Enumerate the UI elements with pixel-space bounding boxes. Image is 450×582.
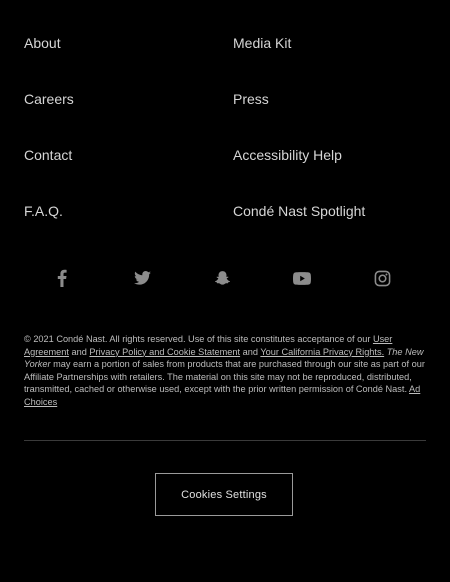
snapchat-icon[interactable] — [210, 266, 234, 290]
twitter-icon[interactable] — [130, 266, 154, 290]
footer-link-faq[interactable]: F.A.Q. — [24, 196, 63, 226]
footer-link-media-kit[interactable]: Media Kit — [233, 28, 291, 58]
legal-notice: © 2021 Condé Nast. All rights reserved. … — [24, 333, 426, 409]
privacy-policy-link[interactable]: Privacy Policy and Cookie Statement — [89, 347, 240, 357]
legal-and-text: and — [71, 346, 87, 357]
footer-link-careers[interactable]: Careers — [24, 84, 74, 114]
facebook-icon[interactable] — [50, 266, 74, 290]
footer-link-conde-nast-spotlight[interactable]: Condé Nast Spotlight — [233, 196, 365, 226]
legal-and-text: and — [242, 346, 258, 357]
cookies-settings-button[interactable]: Cookies Settings — [155, 473, 293, 516]
social-links — [24, 266, 426, 290]
footer-divider — [24, 440, 426, 441]
footer-link-accessibility-help[interactable]: Accessibility Help — [233, 140, 342, 170]
footer-link-press[interactable]: Press — [233, 84, 269, 114]
footer-link-contact[interactable]: Contact — [24, 140, 72, 170]
legal-copyright-text: © 2021 Condé Nast. All rights reserved. … — [24, 334, 371, 344]
footer-link-about[interactable]: About — [24, 28, 61, 58]
legal-affiliate-text: may earn a portion of sales from product… — [24, 359, 425, 395]
california-privacy-rights-link[interactable]: Your California Privacy Rights. — [260, 347, 384, 357]
youtube-icon[interactable] — [290, 266, 314, 290]
instagram-icon[interactable] — [370, 266, 394, 290]
